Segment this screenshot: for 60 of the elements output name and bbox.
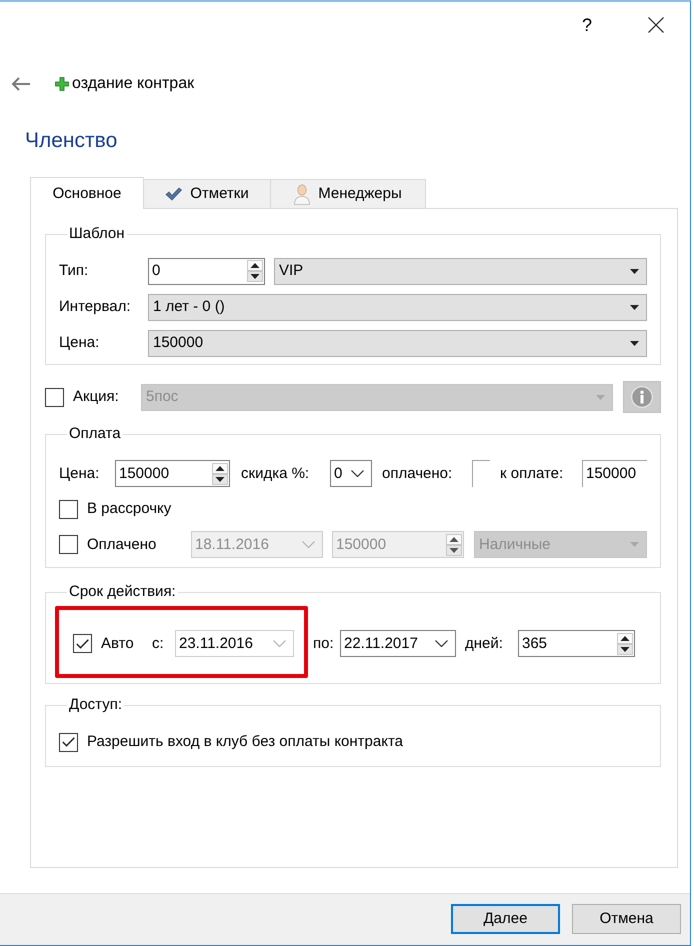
number-field[interactable]: 0 — [148, 258, 265, 284]
chevron-down-icon — [302, 541, 315, 548]
field-label: дней: — [465, 634, 504, 652]
page-title: оздание контрак — [72, 75, 194, 93]
field-label: с: — [152, 634, 165, 652]
help-button[interactable]: ? — [552, 2, 622, 48]
chevron-down-icon — [351, 470, 364, 477]
chevron-down-icon — [435, 640, 448, 647]
dropdown-arrow-icon — [630, 268, 639, 274]
group-title: Доступ: — [68, 696, 123, 714]
person-icon — [294, 184, 310, 204]
dropdown-arrow-icon — [630, 542, 639, 547]
back-arrow-icon[interactable] — [11, 77, 31, 91]
group-title: Шаблон — [68, 225, 126, 243]
checkbox[interactable] — [59, 732, 78, 752]
field-label: Тип: — [59, 262, 90, 280]
checkbox[interactable] — [59, 500, 78, 518]
date-picker[interactable]: 22.11.2017 — [340, 630, 456, 657]
field-label: скидка %: — [241, 464, 310, 482]
dropdown[interactable]: 1 лет - 0 () — [148, 294, 647, 320]
group-title: Срок действия: — [68, 583, 177, 601]
checkbox[interactable] — [73, 634, 92, 653]
spin-arrows-icon[interactable] — [247, 260, 263, 282]
info-icon — [631, 386, 654, 408]
chevron-down-icon — [273, 640, 286, 647]
dropdown[interactable]: VIP — [274, 258, 647, 284]
spin-arrows-icon[interactable] — [212, 462, 228, 484]
dropdown-arrow-icon — [630, 340, 639, 346]
text-field[interactable]: 150000 — [582, 460, 647, 487]
close-icon — [648, 17, 664, 33]
checkbox-label: Оплачено — [87, 536, 158, 554]
number-field[interactable]: 365 — [518, 630, 635, 657]
dropdown-arrow-icon — [596, 394, 606, 400]
section-heading: Членство — [25, 128, 118, 154]
dropdown[interactable]: 150000 — [148, 330, 647, 356]
checkbox-label: В рассрочку — [87, 500, 172, 518]
field-label: оплачено: — [382, 464, 454, 482]
dialog-button[interactable]: Отмена — [572, 904, 681, 934]
number-field[interactable]: 150000 — [115, 460, 230, 487]
dialog-button[interactable]: Далее — [451, 904, 560, 934]
check-icon — [165, 187, 182, 201]
checkmark-icon — [62, 737, 75, 747]
field-label: Интервал: — [59, 298, 132, 316]
spin-arrows-icon[interactable] — [617, 632, 633, 654]
field-label: Цена: — [59, 334, 100, 352]
field-label: по: — [313, 634, 335, 652]
field-label: к оплате: — [500, 464, 564, 482]
field-label: Акция: — [73, 388, 120, 406]
dropdown[interactable]: 0 — [330, 460, 372, 487]
tab[interactable]: Основное — [30, 177, 144, 209]
checkmark-icon — [76, 638, 89, 648]
tab[interactable]: Отметки — [143, 179, 271, 208]
checkbox-label: Разрешить вход в клуб без оплаты контракта — [87, 733, 404, 751]
dropdown-arrow-icon — [630, 304, 639, 310]
group-title: Оплата — [68, 425, 122, 443]
tab[interactable]: Менеджеры — [270, 179, 426, 208]
plus-icon — [55, 77, 69, 91]
info-button[interactable] — [623, 381, 661, 413]
checkbox-label: Авто — [101, 634, 135, 652]
field-label: Цена: — [59, 464, 100, 482]
